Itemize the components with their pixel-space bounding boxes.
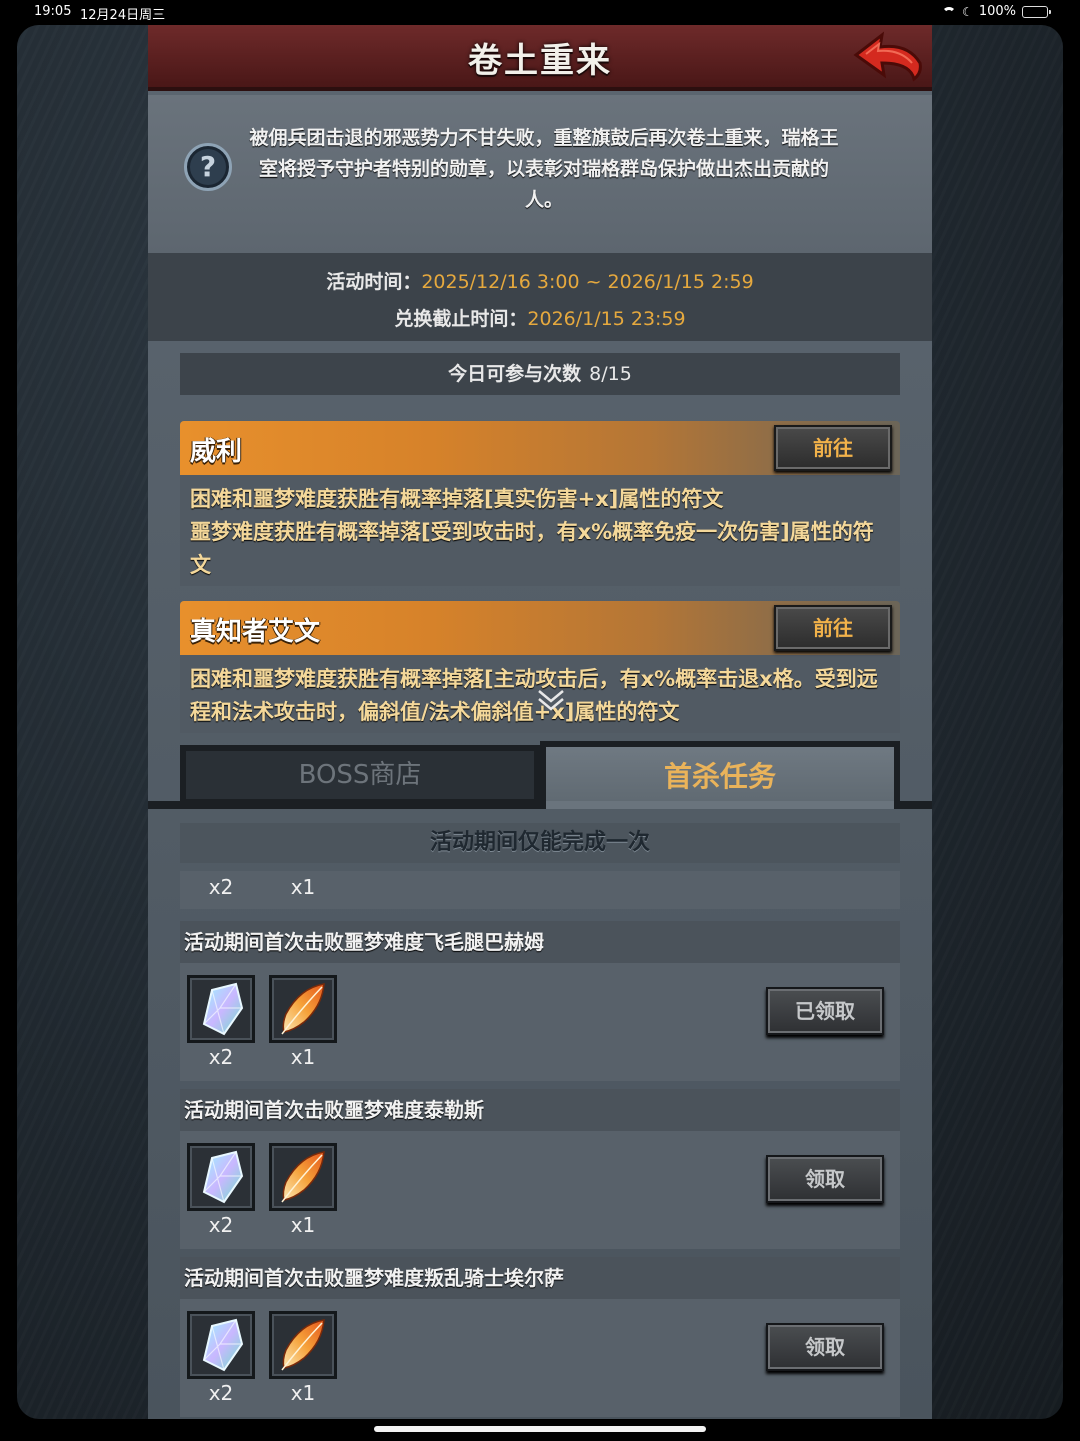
boss-header: 真知者艾文 前往 (180, 601, 900, 655)
activity-time-label: 活动时间： (326, 271, 422, 293)
go-button[interactable]: 前往 (774, 605, 892, 651)
reward-quantity: x1 (290, 1045, 316, 1069)
task-row: 活动期间首次击败噩梦难度飞毛腿巴赫姆 x2 x1 已领取 (180, 921, 900, 1081)
wifi-icon (942, 6, 957, 17)
back-button[interactable] (852, 29, 924, 83)
reward-quantity: x1 (290, 1213, 316, 1237)
event-panel: 卷土重来 ? 被佣兵团击退的邪恶势力不甘失败，重整旗鼓后再次卷土重来，瑞格王室将… (148, 25, 932, 1419)
reward-quantity: x1 (290, 875, 316, 899)
task-row-partial: x2 x1 (180, 871, 900, 909)
reward-slot[interactable] (269, 975, 337, 1043)
page-title: 卷土重来 (468, 41, 612, 81)
task-list[interactable]: x2 x1 活动期间首次击败噩梦难度飞毛腿巴赫姆 x2 x1 已领取 活动期间首… (180, 871, 900, 1419)
crystal-icon (202, 1150, 244, 1204)
reward-slot[interactable] (187, 1143, 255, 1211)
battery-icon (1022, 5, 1051, 18)
boss-description: 困难和噩梦难度获胜有概率掉落[真实伤害+x]属性的符文 噩梦难度获胜有概率掉落[… (180, 475, 900, 586)
claim-button[interactable]: 领取 (766, 1323, 884, 1371)
tab-boss-shop[interactable]: BOSS商店 (180, 745, 540, 805)
chevron-down-icon[interactable] (536, 685, 566, 715)
tab-bar: BOSS商店 首杀任务 (148, 741, 932, 809)
question-icon[interactable]: ? (184, 143, 232, 191)
claimed-button[interactable]: 已领取 (766, 987, 884, 1035)
task-title: 活动期间首次击败噩梦难度泰勒斯 (180, 1089, 900, 1131)
tab-divider (148, 801, 932, 809)
reward-quantity: x2 (208, 1213, 234, 1237)
task-row: 活动期间首次击败噩梦难度叛乱骑士埃尔萨 x2 x1 领取 (180, 1257, 900, 1417)
daily-attempts: 今日可参与次数 8/15 (180, 353, 900, 395)
event-time-box: 活动时间：2025/12/16 3:00 ~ 2026/1/15 2:59 兑换… (148, 253, 932, 341)
daily-attempts-label: 今日可参与次数 (448, 363, 582, 385)
exchange-deadline-label: 兑换截止时间： (394, 308, 528, 330)
reward-slot[interactable] (187, 1311, 255, 1379)
home-indicator[interactable] (374, 1426, 706, 1432)
boss-name: 威利 (190, 437, 243, 467)
boss-name: 真知者艾文 (190, 617, 321, 647)
status-bar: 19:05 12月24日周三 ☾ 100% (0, 0, 1080, 24)
reward-slot[interactable] (187, 975, 255, 1043)
boss-header: 威利 前往 (180, 421, 900, 475)
title-bar: 卷土重来 (148, 25, 932, 91)
status-right: ☾ 100% (942, 4, 1051, 19)
intro-section: ? 被佣兵团击退的邪恶势力不甘失败，重整旗鼓后再次卷土重来，瑞格王室将授予守护者… (148, 95, 932, 253)
task-body: x2 x1 已领取 (180, 963, 900, 1081)
activity-time-value: 2025/12/16 3:00 ~ 2026/1/15 2:59 (421, 271, 754, 293)
feather-icon (281, 1151, 325, 1203)
boss-card: 威利 前往 困难和噩梦难度获胜有概率掉落[真实伤害+x]属性的符文 噩梦难度获胜… (180, 421, 900, 586)
feather-icon (281, 983, 325, 1035)
reward-quantity: x2 (208, 1381, 234, 1405)
intro-text: 被佣兵团击退的邪恶势力不甘失败，重整旗鼓后再次卷土重来，瑞格王室将授予守护者特别… (249, 127, 839, 211)
status-date: 12月24日周三 (80, 8, 166, 23)
feather-icon (281, 1319, 325, 1371)
crystal-icon (202, 1318, 244, 1372)
battery-percent: 100% (978, 4, 1016, 19)
reward-quantity: x2 (208, 875, 234, 899)
moon-icon: ☾ (962, 4, 973, 19)
exchange-deadline: 兑换截止时间：2026/1/15 23:59 (148, 304, 932, 331)
status-time: 19:05 (34, 4, 72, 19)
reward-slot[interactable] (269, 1311, 337, 1379)
task-title: 活动期间首次击败噩梦难度飞毛腿巴赫姆 (180, 921, 900, 963)
task-body: x2 x1 领取 (180, 1299, 900, 1417)
activity-time: 活动时间：2025/12/16 3:00 ~ 2026/1/15 2:59 (148, 267, 932, 294)
exchange-deadline-value: 2026/1/15 23:59 (527, 308, 686, 330)
back-arrow-icon (853, 31, 922, 82)
crystal-icon (202, 982, 244, 1036)
task-title: 活动期间首次击败噩梦难度叛乱骑士埃尔萨 (180, 1257, 900, 1299)
reward-quantity: x1 (290, 1381, 316, 1405)
claim-button[interactable]: 领取 (766, 1155, 884, 1203)
go-button[interactable]: 前往 (774, 425, 892, 471)
task-header: 活动期间仅能完成一次 (180, 823, 900, 863)
reward-quantity: x2 (208, 1045, 234, 1069)
task-row: 活动期间首次击败噩梦难度泰勒斯 x2 x1 领取 (180, 1089, 900, 1249)
reward-slot[interactable] (269, 1143, 337, 1211)
tab-first-kill[interactable]: 首杀任务 (540, 741, 900, 809)
daily-attempts-value: 8/15 (589, 363, 632, 385)
task-body: x2 x1 领取 (180, 1131, 900, 1249)
